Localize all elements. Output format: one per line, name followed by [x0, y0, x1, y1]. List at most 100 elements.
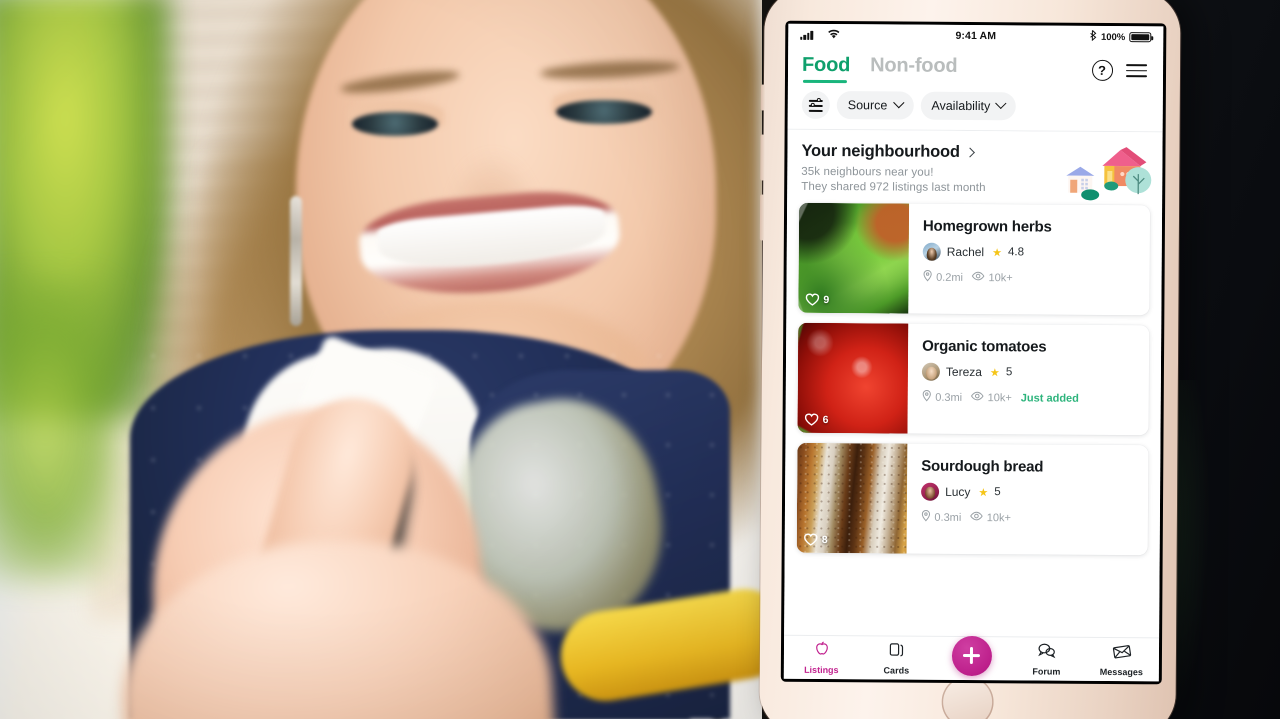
listing-image: 8	[796, 442, 908, 554]
status-bar-time: 9:41 AM	[955, 29, 997, 43]
neighbourhood-banner[interactable]: Your neighbourhood 35k neighbours near y…	[787, 130, 1163, 206]
listing-views-group: 10k+	[970, 511, 1011, 524]
avatar	[921, 362, 940, 381]
envelope-icon	[1111, 642, 1131, 664]
chevron-down-icon	[995, 97, 1007, 110]
nav-item-cards[interactable]: Cards	[859, 640, 934, 676]
like-badge[interactable]: 9	[805, 293, 829, 306]
chevron-right-icon	[965, 147, 976, 158]
heart-icon	[804, 533, 818, 546]
star-icon: ★	[992, 246, 1003, 259]
status-badge: Just added	[1020, 391, 1079, 405]
listing-username: Tereza	[945, 364, 983, 380]
listing-rating: 5	[1005, 366, 1013, 379]
phone-volume-down-button	[759, 194, 765, 241]
listing-card[interactable]: 9 Homegrown herbs Rachel ★ 4.8 0.2mi 10k…	[798, 202, 1151, 316]
filter-availability-dropdown[interactable]: Availability	[920, 91, 1017, 121]
hero-photo	[0, 0, 762, 719]
location-pin-icon	[921, 509, 931, 525]
filter-settings-button[interactable]	[801, 90, 830, 120]
listing-views: 10k+	[987, 391, 1012, 404]
like-count: 8	[821, 533, 828, 546]
nav-item-listings[interactable]: Listings	[784, 640, 859, 676]
location-pin-icon	[923, 270, 933, 285]
menu-icon	[1125, 63, 1147, 78]
listing-meta-row: 0.3mi 10k+ Just added	[922, 389, 1137, 407]
eye-icon	[972, 271, 985, 284]
status-bar: 9:41 AM 100%	[788, 23, 1164, 49]
plus-icon	[963, 647, 980, 664]
help-icon: ?	[1091, 59, 1113, 81]
cellular-bars-icon	[800, 30, 813, 40]
avatar	[922, 242, 941, 261]
filter-availability-label: Availability	[931, 98, 991, 114]
filter-source-dropdown[interactable]: Source	[836, 91, 914, 120]
listing-views-group: 10k+	[971, 391, 1012, 404]
listing-distance: 0.3mi	[934, 511, 962, 524]
add-listing-fab[interactable]	[951, 635, 992, 676]
listing-views-group: 10k+	[972, 271, 1013, 284]
battery-full-icon	[1129, 32, 1152, 43]
nav-item-forum[interactable]: Forum	[1009, 641, 1084, 677]
phone-mute-switch	[760, 84, 765, 111]
nav-item-messages[interactable]: Messages	[1084, 642, 1159, 677]
listing-image: 9	[798, 202, 910, 314]
like-count: 9	[823, 293, 830, 306]
wifi-icon	[827, 28, 840, 41]
listing-details: Organic tomatoes Tereza ★ 5 0.3mi 10k+ J…	[908, 324, 1150, 436]
eye-icon	[971, 391, 984, 404]
tab-food[interactable]: Food	[802, 54, 850, 83]
location-pin-icon	[922, 389, 932, 405]
listing-rating: 4.8	[1007, 246, 1025, 259]
listing-distance: 0.2mi	[936, 271, 964, 284]
nav-item-add[interactable]	[934, 635, 1009, 679]
nav-label-forum: Forum	[1032, 666, 1061, 677]
like-badge[interactable]: 6	[804, 413, 829, 426]
listing-meta-row: 0.3mi 10k+	[921, 509, 1136, 527]
menu-button[interactable]	[1123, 58, 1149, 84]
listing-details: Homegrown herbs Rachel ★ 4.8 0.2mi 10k+	[908, 204, 1150, 316]
speech-bubbles-icon	[1037, 641, 1056, 664]
listings-list: 9 Homegrown herbs Rachel ★ 4.8 0.2mi 10k…	[785, 202, 1162, 556]
heart-icon	[805, 293, 820, 306]
listing-meta-row: 0.2mi 10k+	[923, 270, 1138, 287]
listing-distance: 0.3mi	[935, 391, 963, 404]
listing-title: Sourdough bread	[921, 457, 1044, 476]
listing-image: 6	[797, 322, 909, 434]
listing-title: Organic tomatoes	[922, 337, 1047, 356]
phone-screen-bezel: 9:41 AM 100% Food Non-food ? Source Avai…	[780, 20, 1167, 685]
phone-volume-up-button	[760, 134, 765, 181]
nav-label-listings: Listings	[804, 664, 839, 676]
listing-user-row: Lucy ★ 5	[921, 482, 1136, 503]
listing-username: Lucy	[945, 484, 971, 500]
like-badge[interactable]: 8	[804, 533, 828, 546]
listing-card[interactable]: 6 Organic tomatoes Tereza ★ 5 0.3mi 10k+…	[797, 322, 1150, 436]
listing-user-row: Tereza ★ 5	[921, 362, 1137, 383]
avatar	[921, 482, 940, 501]
heart-icon	[804, 413, 819, 426]
listing-distance-group: 0.3mi	[922, 389, 963, 405]
listing-card[interactable]: 8 Sourdough bread Lucy ★ 5 0.3mi 10k+	[796, 442, 1149, 556]
eye-icon	[970, 511, 984, 524]
filter-bar: Source Availability	[787, 86, 1163, 132]
star-icon: ★	[978, 486, 989, 499]
filter-source-label: Source	[847, 98, 888, 113]
phone-device: 9:41 AM 100% Food Non-food ? Source Avai…	[759, 0, 1181, 719]
listing-details: Sourdough bread Lucy ★ 5 0.3mi 10k+	[907, 444, 1149, 556]
like-count: 6	[822, 413, 829, 426]
listing-views: 10k+	[986, 511, 1012, 524]
cards-icon	[887, 640, 905, 663]
battery-percent-label: 100%	[1100, 31, 1126, 43]
content-scroll-area[interactable]: Your neighbourhood 35k neighbours near y…	[784, 129, 1163, 638]
tab-non-food[interactable]: Non-food	[870, 54, 957, 84]
bottom-navigation-bar: Listings Cards Forum Messages	[783, 634, 1160, 682]
help-button[interactable]: ?	[1089, 57, 1115, 83]
listing-username: Rachel	[946, 244, 985, 260]
neighbourhood-title: Your neighbourhood	[801, 141, 960, 161]
nav-label-messages: Messages	[1099, 666, 1143, 677]
bluetooth-icon	[1089, 29, 1097, 44]
app-screen: 9:41 AM 100% Food Non-food ? Source Avai…	[783, 23, 1164, 682]
listing-distance-group: 0.3mi	[921, 509, 962, 525]
nav-label-cards: Cards	[883, 665, 910, 676]
listing-distance-group: 0.2mi	[923, 270, 964, 285]
